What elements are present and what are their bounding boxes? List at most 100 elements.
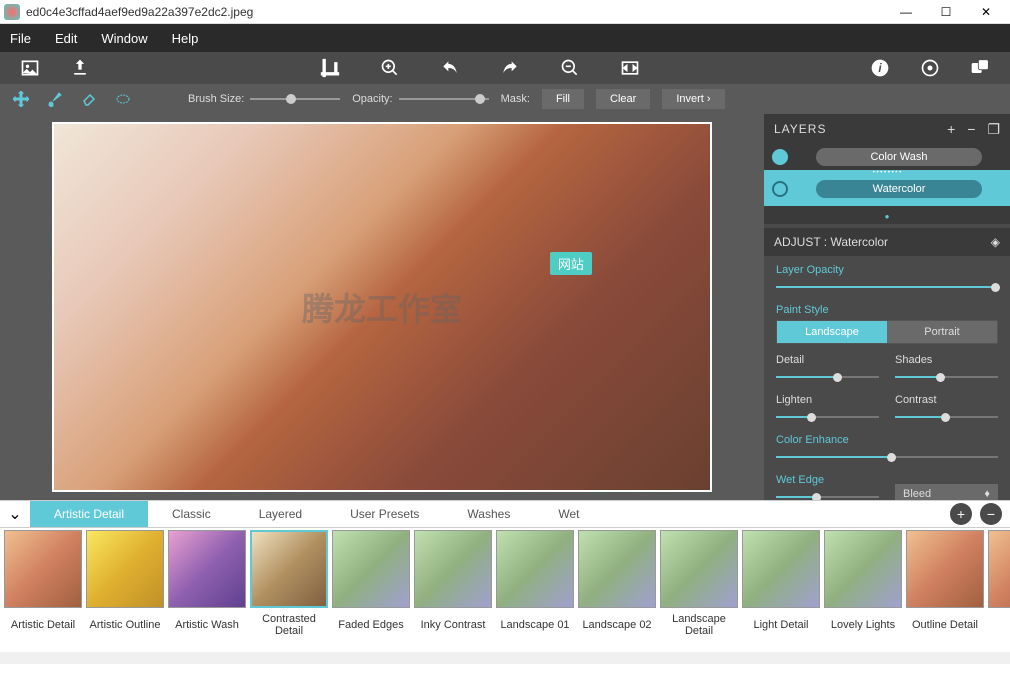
add-layer-icon[interactable]: + bbox=[947, 121, 955, 138]
minimize-button[interactable]: — bbox=[886, 1, 926, 23]
layer-opacity-slider[interactable] bbox=[776, 280, 998, 294]
tabs-chevron-icon[interactable]: ⌄ bbox=[0, 504, 30, 524]
layer-visibility-icon[interactable] bbox=[772, 181, 788, 197]
adjust-header: ADJUST : Watercolor ◈ bbox=[764, 228, 1010, 256]
tab-washes[interactable]: Washes bbox=[443, 501, 534, 527]
brush-tool-icon[interactable] bbox=[44, 88, 66, 110]
fill-button[interactable]: Fill bbox=[542, 89, 584, 109]
settings-icon[interactable] bbox=[920, 58, 940, 78]
preset-thumbnail[interactable] bbox=[742, 530, 820, 608]
invert-button[interactable]: Invert › bbox=[662, 89, 724, 109]
preset-item[interactable]: Faded Edges bbox=[332, 530, 410, 652]
redo-icon[interactable] bbox=[500, 58, 520, 78]
tab-layered[interactable]: Layered bbox=[235, 501, 326, 527]
lighten-slider[interactable] bbox=[776, 410, 879, 424]
crop-icon[interactable] bbox=[320, 58, 340, 78]
preset-thumbnail[interactable] bbox=[332, 530, 410, 608]
layer-name[interactable]: Color Wash bbox=[816, 148, 982, 166]
preset-item[interactable]: Artistic Wash bbox=[168, 530, 246, 652]
landscape-button[interactable]: Landscape bbox=[777, 321, 887, 343]
preset-thumbnail[interactable] bbox=[578, 530, 656, 608]
preset-item[interactable]: Contrasted Detail bbox=[250, 530, 328, 652]
preset-thumbnail[interactable] bbox=[414, 530, 492, 608]
layer-item-watercolor[interactable]: Watercolor bbox=[764, 176, 1010, 202]
color-enhance-slider[interactable] bbox=[776, 450, 998, 464]
preset-item[interactable]: Lovely Lights bbox=[824, 530, 902, 652]
preset-thumbnail[interactable] bbox=[988, 530, 1010, 608]
tab-user-presets[interactable]: User Presets bbox=[326, 501, 443, 527]
preset-item[interactable]: Landscape 01 bbox=[496, 530, 574, 652]
adjust-title: ADJUST : Watercolor bbox=[774, 235, 888, 249]
preset-item[interactable]: Landscape 02 bbox=[578, 530, 656, 652]
preset-label: Lovely Lights bbox=[831, 612, 895, 638]
contrast-slider[interactable] bbox=[895, 410, 998, 424]
eraser-tool-icon[interactable] bbox=[78, 88, 100, 110]
preset-thumbnail[interactable] bbox=[168, 530, 246, 608]
fit-icon[interactable] bbox=[620, 58, 640, 78]
duplicate-layer-icon[interactable]: ❐ bbox=[987, 121, 1000, 138]
ellipse-tool-icon[interactable] bbox=[112, 88, 134, 110]
info-icon[interactable]: i bbox=[870, 58, 890, 78]
preset-thumbnail[interactable] bbox=[4, 530, 82, 608]
preset-zoom-out-icon[interactable]: − bbox=[980, 503, 1002, 525]
preset-thumbnail[interactable] bbox=[496, 530, 574, 608]
layers-header: LAYERS + − ❐ bbox=[764, 114, 1010, 144]
zoom-out-icon[interactable] bbox=[560, 58, 580, 78]
zoom-in-icon[interactable] bbox=[380, 58, 400, 78]
canvas[interactable]: 腾龙工作室 网站 bbox=[52, 122, 712, 492]
undo-icon[interactable] bbox=[440, 58, 460, 78]
brush-size-slider[interactable] bbox=[250, 92, 340, 106]
canvas-area[interactable]: 腾龙工作室 网站 bbox=[0, 114, 764, 500]
move-tool-icon[interactable] bbox=[10, 88, 32, 110]
adjust-reset-icon[interactable]: ◈ bbox=[991, 235, 1000, 249]
layer-item-color-wash[interactable]: Color Wash bbox=[764, 144, 1010, 170]
preset-zoom-in-icon[interactable]: + bbox=[950, 503, 972, 525]
remove-layer-icon[interactable]: − bbox=[967, 121, 975, 138]
maximize-button[interactable]: ☐ bbox=[926, 1, 966, 23]
menu-window[interactable]: Window bbox=[101, 31, 147, 46]
layer-name[interactable]: Watercolor bbox=[816, 180, 982, 198]
preset-strip[interactable]: Artistic Detail Artistic OutlineArtistic … bbox=[0, 528, 1010, 652]
preset-item[interactable]: Outline Detail bbox=[906, 530, 984, 652]
preset-item[interactable]: Artistic Detail bbox=[4, 530, 82, 652]
menu-edit[interactable]: Edit bbox=[55, 31, 77, 46]
opacity-slider[interactable] bbox=[399, 92, 489, 106]
tab-artistic-detail[interactable]: Artistic Detail bbox=[30, 501, 148, 527]
horizontal-scrollbar[interactable] bbox=[0, 652, 1010, 664]
image-icon[interactable] bbox=[20, 58, 40, 78]
lighten-label: Lighten bbox=[776, 394, 879, 406]
shades-slider[interactable] bbox=[895, 370, 998, 384]
close-button[interactable]: ✕ bbox=[966, 1, 1006, 23]
preset-item[interactable]: Inky Contrast bbox=[414, 530, 492, 652]
preset-thumbnail[interactable] bbox=[86, 530, 164, 608]
wet-edge-slider[interactable] bbox=[776, 490, 879, 500]
mask-label: Mask: bbox=[501, 93, 530, 105]
preset-label: Outline Detail bbox=[912, 612, 978, 638]
preset-item[interactable]: Landscape Detail bbox=[660, 530, 738, 652]
clear-button[interactable]: Clear bbox=[596, 89, 650, 109]
wet-edge-label: Wet Edge bbox=[776, 474, 879, 486]
tab-wet[interactable]: Wet bbox=[534, 501, 603, 527]
preset-thumbnail[interactable] bbox=[250, 530, 328, 608]
preset-thumbnail[interactable] bbox=[824, 530, 902, 608]
menu-help[interactable]: Help bbox=[172, 31, 199, 46]
dice-icon[interactable] bbox=[970, 58, 990, 78]
tab-classic[interactable]: Classic bbox=[148, 501, 235, 527]
brush-size-label: Brush Size: bbox=[188, 93, 244, 105]
watermark-badge: 网站 bbox=[550, 252, 592, 275]
menu-bar: File Edit Window Help bbox=[0, 24, 1010, 52]
preset-thumbnail[interactable] bbox=[906, 530, 984, 608]
export-icon[interactable] bbox=[70, 58, 90, 78]
preset-thumbnail[interactable] bbox=[660, 530, 738, 608]
preset-item[interactable]: Ov bbox=[988, 530, 1010, 652]
title-bar: ed0c4e3cffad4aef9ed9a22a397e2dc2.jpeg — … bbox=[0, 0, 1010, 24]
bleed-dropdown[interactable]: Bleed♦ bbox=[895, 484, 998, 500]
preset-item[interactable]: Artistic Outline bbox=[86, 530, 164, 652]
detail-slider[interactable] bbox=[776, 370, 879, 384]
menu-file[interactable]: File bbox=[10, 31, 31, 46]
preset-item[interactable]: Light Detail bbox=[742, 530, 820, 652]
portrait-button[interactable]: Portrait bbox=[887, 321, 997, 343]
preset-label: Artistic Detail bbox=[11, 612, 75, 638]
color-enhance-label: Color Enhance bbox=[776, 434, 998, 446]
layer-visibility-icon[interactable] bbox=[772, 149, 788, 165]
